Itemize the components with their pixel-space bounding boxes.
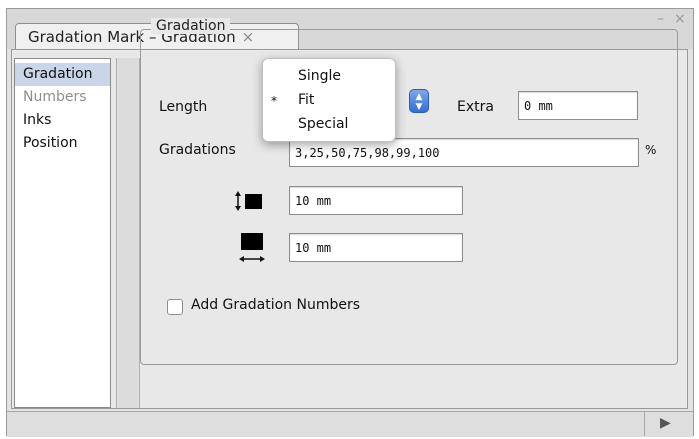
menu-item-single[interactable]: Single (263, 68, 395, 91)
length-dropdown-menu: Single * Fit Special (262, 58, 396, 142)
status-divider (644, 411, 645, 436)
checkmark-icon: * (271, 94, 277, 108)
status-bar (7, 411, 693, 437)
horizontal-size-icon (237, 231, 267, 265)
add-gradation-numbers-label[interactable]: Add Gradation Numbers (191, 297, 360, 313)
play-icon[interactable]: ▶ (660, 415, 671, 431)
percent-unit: % (645, 143, 657, 157)
sidebar-item-position[interactable]: Position (15, 132, 110, 155)
minimize-button[interactable]: – (657, 11, 664, 27)
menu-item-fit[interactable]: * Fit (263, 92, 395, 115)
sidebar-item-numbers[interactable]: Numbers (15, 86, 110, 109)
menu-item-special[interactable]: Special (263, 116, 395, 139)
splitter[interactable] (116, 58, 140, 408)
group-title: Gradation (151, 18, 231, 34)
length-popup-arrows-icon[interactable]: ▲ ▼ (409, 89, 429, 113)
sidebar-item-inks[interactable]: Inks (15, 109, 110, 132)
width-input[interactable] (289, 233, 463, 262)
height-input[interactable] (289, 186, 463, 215)
category-list: Gradation Numbers Inks Position (14, 58, 111, 408)
gradations-input[interactable] (289, 138, 639, 167)
length-label: Length (159, 99, 208, 115)
gradations-label: Gradations (159, 142, 236, 158)
sidebar-item-gradation[interactable]: Gradation (15, 63, 110, 86)
vertical-size-icon (234, 189, 264, 213)
add-gradation-numbers-checkbox[interactable] (167, 299, 183, 315)
extra-input[interactable] (518, 91, 638, 120)
extra-label: Extra (457, 99, 494, 115)
window-close-button[interactable]: × (674, 11, 686, 27)
